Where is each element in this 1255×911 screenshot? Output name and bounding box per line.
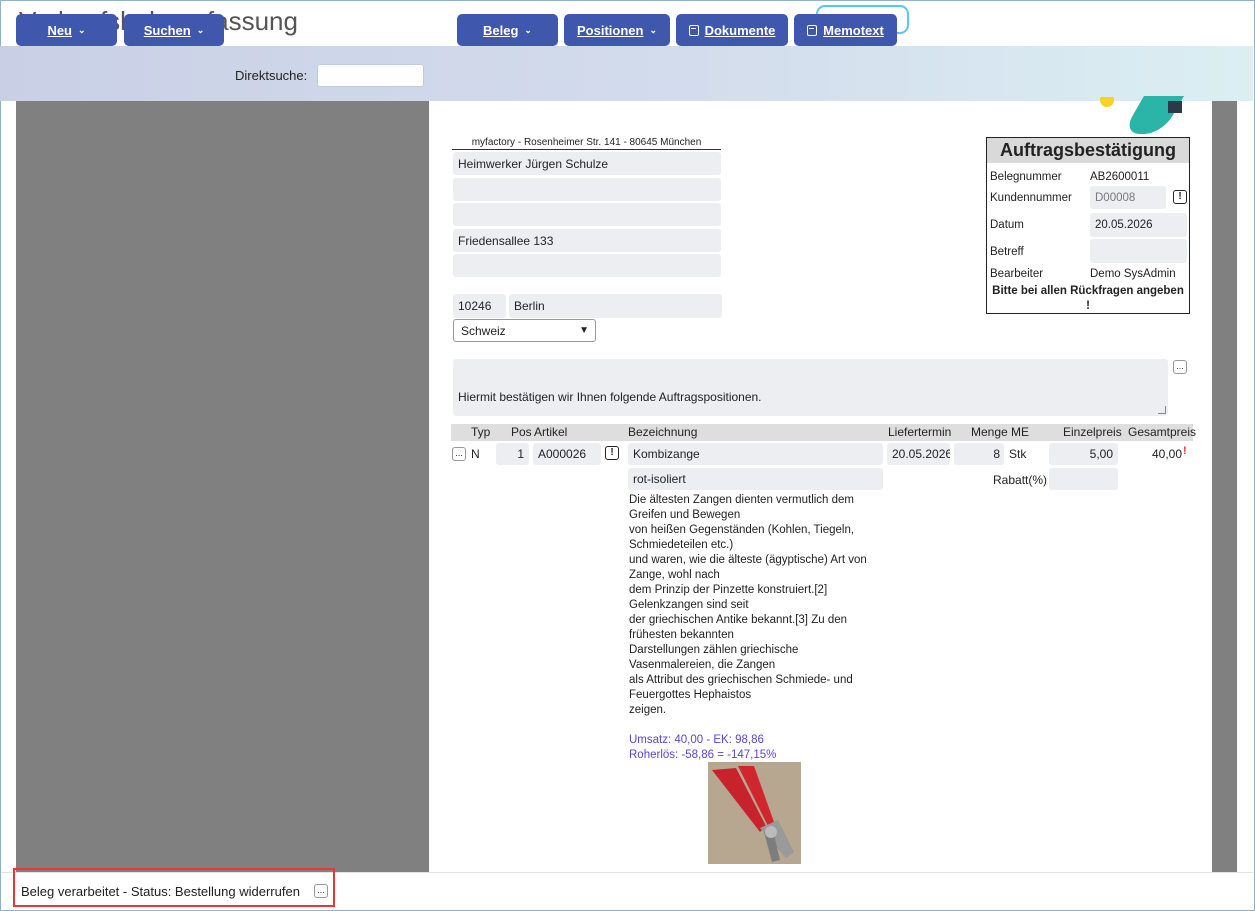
chevron-down-icon: ⌄ (78, 24, 86, 35)
long-text-line: Feuergottes Hephaistos (629, 689, 752, 701)
position-delivery-date-field[interactable]: 20.05.2026 (887, 443, 950, 465)
address-line-1[interactable]: Heimwerker Jürgen Schulze (453, 152, 721, 175)
belegnummer-label: Belegnummer (990, 171, 1062, 183)
position-article-field[interactable]: A000026 (533, 443, 601, 465)
toolbar (0, 46, 1253, 101)
address-street[interactable]: Friedensallee 133 (453, 229, 721, 252)
position-more-button[interactable]: ... (452, 447, 466, 461)
header-liefertermin: Liefertermin (888, 425, 952, 439)
chevron-down-icon: ⌄ (524, 24, 532, 35)
header-pos: Pos (511, 425, 532, 439)
betreff-field[interactable] (1090, 239, 1187, 263)
resize-handle-icon[interactable] (1158, 406, 1166, 414)
address-line-5[interactable] (453, 254, 721, 277)
chevron-down-icon: ⌄ (196, 24, 205, 35)
long-text-line: der griechischen Antike bekannt.[3] Zu d… (629, 614, 848, 626)
header-typ: Typ (471, 425, 491, 439)
chevron-down-icon: ▼ (579, 325, 589, 336)
country-select[interactable]: Schweiz ▼ (453, 319, 596, 342)
header-artikel: Artikel (534, 425, 568, 439)
datum-field[interactable]: 20.05.2026 (1090, 213, 1187, 237)
document-icon (688, 24, 699, 36)
long-text-line: frühesten bekannten (629, 629, 734, 641)
position-unit: Stk (1009, 447, 1027, 461)
search-button[interactable]: Suchen ⌄ (124, 14, 224, 46)
city-field[interactable]: Berlin (509, 294, 722, 318)
long-text-line: von heißen Gegenständen (Kohlen, Tiegeln… (629, 524, 855, 536)
article-alert-icon[interactable]: ! (605, 446, 619, 460)
status-more-button[interactable]: ... (314, 884, 328, 898)
chevron-down-icon: ⌄ (649, 24, 657, 35)
discount-field[interactable] (1049, 468, 1118, 490)
country-select-value: Schweiz (461, 323, 506, 338)
position-description-2-field[interactable]: rot-isoliert (628, 468, 883, 490)
header-menge: Menge (971, 425, 1008, 439)
long-text-line: Vasenmalereien, die Zangen (629, 659, 776, 671)
long-text-line: zeigen. (629, 704, 667, 716)
status-text: Beleg verarbeitet - Status: Bestellung w… (21, 884, 300, 899)
kundennummer-field[interactable]: D00008 (1090, 186, 1166, 209)
document-icon (807, 24, 818, 36)
betreff-label: Betreff (990, 246, 1024, 258)
intro-more-button[interactable]: ... (1173, 360, 1187, 374)
reference-note: Bitte bei allen Rückfragen angeben ! (992, 285, 1184, 312)
address-line-2[interactable] (453, 178, 721, 201)
header-bezeichnung: Bezeichnung (628, 425, 698, 439)
position-pos-field[interactable]: 1 (496, 443, 529, 465)
header-gesamtpreis: Gesamtpreis (1128, 425, 1197, 439)
long-text-line: Zange, wohl nach (629, 569, 720, 581)
memotext-button[interactable]: Memotext (794, 14, 897, 46)
discount-label: Rabatt(%) (993, 473, 1048, 487)
belegnummer-value: AB2600011 (1090, 171, 1150, 183)
header-einzelpreis: Einzelpreis (1063, 425, 1122, 439)
positions-button-label: Positionen (577, 22, 644, 38)
new-button-label: Neu (47, 22, 72, 38)
product-image (708, 762, 801, 864)
position-typ: N (471, 447, 480, 461)
position-unit-price-field[interactable]: 5,00 (1049, 443, 1118, 465)
bearbeiter-label: Bearbeiter (990, 268, 1044, 280)
margin-info: Roherlös: -58,86 = -147,15% (629, 749, 777, 761)
documents-button[interactable]: Dokumente (676, 14, 788, 46)
intro-textarea[interactable]: Hiermit bestätigen wir Ihnen folgende Au… (453, 359, 1168, 416)
positions-button[interactable]: Positionen ⌄ (564, 14, 670, 46)
warning-icon: ! (1183, 445, 1187, 457)
position-quantity-field[interactable]: 8 (954, 443, 1004, 465)
bearbeiter-value: Demo SysAdmin (1090, 268, 1176, 280)
beleg-button[interactable]: Beleg ⌄ (457, 14, 558, 46)
beleg-button-label: Beleg (483, 22, 519, 38)
kundennummer-label: Kundennummer (990, 192, 1072, 204)
position-description-field[interactable]: Kombizange (628, 443, 883, 465)
long-text-line: Greifen und Bewegen (629, 509, 741, 521)
header-me: ME (1011, 425, 1029, 439)
logo-dark-shape (1168, 101, 1182, 113)
position-long-text: Die ältesten Zangen dienten vermutlich d… (629, 493, 889, 763)
long-text-line: und waren, wie die älteste (ägyptische) … (629, 554, 867, 566)
direct-search-input[interactable] (317, 64, 424, 87)
long-text-line: als Attribut des griechischen Schmiede- … (629, 674, 853, 686)
long-text-line: dem Prinzip der Pinzette konstruiert.[2] (629, 584, 828, 596)
position-total: 40,00 (1151, 447, 1182, 461)
long-text-line: Die ältesten Zangen dienten vermutlich d… (629, 494, 855, 506)
memotext-button-label: Memotext (823, 22, 884, 38)
search-button-label: Suchen (143, 22, 191, 38)
document-info-box: Auftragsbestätigung Belegnummer AB260001… (986, 137, 1190, 314)
document-type-title: Auftragsbestätigung (987, 138, 1189, 163)
intro-text: Hiermit bestätigen wir Ihnen folgende Au… (458, 390, 762, 404)
sender-line: myfactory - Rosenheimer Str. 141 - 80645… (452, 137, 721, 150)
zip-field[interactable]: 10246 (453, 294, 506, 318)
datum-label: Datum (990, 219, 1024, 231)
documents-button-label: Dokumente (704, 22, 776, 38)
positions-table-header: Typ Pos Artikel Bezeichnung Liefertermin… (451, 424, 1197, 441)
revenue-info: Umsatz: 40,00 - EK: 98,86 (629, 734, 764, 746)
long-text-line: Gelenkzangen sind seit (629, 599, 749, 611)
address-line-3[interactable] (453, 203, 721, 226)
direct-search-label: Direktsuche: (235, 68, 308, 83)
long-text-line: Schmiedeteilen etc.) (629, 539, 734, 551)
new-button[interactable]: Neu ⌄ (16, 14, 117, 46)
long-text-line: Darstellungen zählen griechische (629, 644, 799, 656)
customer-alert-icon[interactable]: ! (1173, 190, 1187, 204)
